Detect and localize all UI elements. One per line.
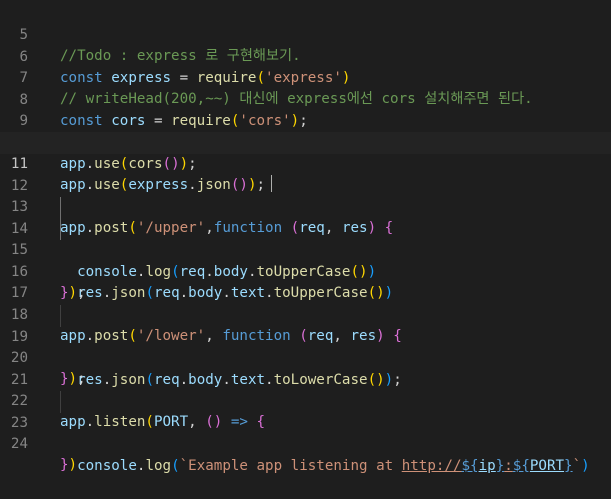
indent-guide bbox=[60, 218, 61, 240]
code-editor[interactable]: 5 //Todo : express 로 구현해보기. 6 const expr… bbox=[0, 0, 611, 474]
bracket-token: ) bbox=[68, 457, 78, 473]
identifier-token: console bbox=[77, 457, 137, 474]
code-text: }) bbox=[60, 455, 77, 477]
template-variable: ip bbox=[478, 457, 496, 474]
code-line[interactable]: 21 bbox=[0, 348, 611, 388]
code-line[interactable]: 24 }) bbox=[0, 412, 611, 474]
bracket-token: ) bbox=[581, 457, 590, 474]
indent-guide bbox=[60, 305, 61, 327]
bracket-token: } bbox=[60, 457, 69, 473]
code-line[interactable]: 18 app.post('/lower', function (req, res… bbox=[0, 283, 611, 345]
code-line[interactable]: 13 app.post('/upper',function (req, res)… bbox=[0, 175, 611, 237]
punct-token: . bbox=[136, 457, 146, 474]
template-punct: ${ bbox=[512, 457, 530, 474]
template-variable: PORT bbox=[529, 457, 565, 474]
template-punct: } bbox=[495, 457, 505, 474]
code-line-active[interactable]: 11 app.use(express.json()); bbox=[0, 132, 611, 193]
bracket-token: ( bbox=[171, 457, 180, 474]
template-punct: ${ bbox=[461, 457, 479, 474]
code-line[interactable]: 15 res.json(req.body.text.toUpperCase()) bbox=[0, 218, 611, 301]
code-line[interactable]: 17 bbox=[0, 261, 611, 301]
template-punct: } bbox=[564, 457, 573, 474]
line-number: 24 bbox=[10, 435, 28, 452]
code-line[interactable]: 19 res.json(req.body.text.toLowerCase())… bbox=[0, 305, 611, 388]
code-line[interactable]: 9 const app = express() bbox=[0, 89, 611, 151]
code-line[interactable]: 12 bbox=[0, 154, 611, 194]
code-line[interactable]: 6 const express = require('express') bbox=[0, 25, 611, 87]
string-token: `Example app listening at bbox=[179, 457, 402, 474]
indent-guide bbox=[60, 197, 61, 219]
indent-guide bbox=[60, 391, 61, 413]
function-token: log bbox=[145, 457, 172, 474]
code-line[interactable]: 7 // writeHead(200,~~) 대신에 express에선 cor… bbox=[0, 46, 611, 108]
code-line[interactable]: 22 app.listen(PORT, () => { bbox=[0, 369, 611, 431]
code-line[interactable]: 8 const cors = require('cors'); bbox=[0, 68, 611, 130]
url-token: : bbox=[504, 457, 513, 474]
code-line[interactable]: 14 console.log(req.body.toUpperCase()) bbox=[0, 197, 611, 280]
code-line[interactable]: 23 console.log(`Example app listening at… bbox=[0, 391, 611, 474]
url-token: http:// bbox=[401, 457, 462, 474]
code-line[interactable]: 5 //Todo : express 로 구현해보기. bbox=[0, 3, 611, 65]
code-text: console.log(`Example app listening at ht… bbox=[60, 456, 590, 478]
code-line[interactable]: 16 }); bbox=[0, 240, 611, 302]
code-line[interactable]: 10 app.use(cors()); bbox=[0, 111, 611, 173]
code-line[interactable]: 20 }); bbox=[0, 326, 611, 388]
string-token: ` bbox=[572, 457, 582, 474]
